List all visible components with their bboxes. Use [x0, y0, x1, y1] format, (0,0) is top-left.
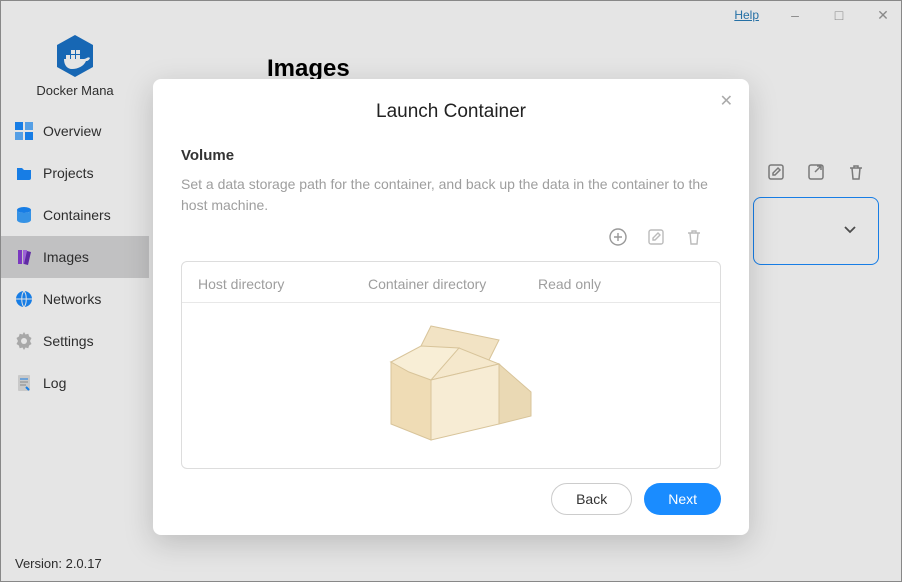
section-description: Set a data storage path for the containe… — [181, 174, 721, 216]
back-button[interactable]: Back — [551, 483, 632, 515]
launch-container-modal: ✕ Launch Container Volume Set a data sto… — [153, 79, 749, 535]
section-label: Volume — [181, 147, 721, 164]
trash-icon[interactable] — [685, 228, 703, 251]
volume-table: Host directory Container directory Read … — [181, 261, 721, 469]
modal-title: Launch Container — [181, 101, 721, 123]
modal-footer: Back Next — [181, 483, 721, 515]
empty-box-icon — [351, 316, 551, 456]
close-icon[interactable]: ✕ — [720, 91, 733, 111]
next-button[interactable]: Next — [644, 483, 721, 515]
modal-overlay: ✕ Launch Container Volume Set a data sto… — [1, 1, 901, 581]
col-read-only: Read only — [538, 276, 704, 292]
col-host-directory: Host directory — [198, 276, 368, 292]
add-icon[interactable] — [609, 228, 627, 251]
edit-icon[interactable] — [647, 228, 665, 251]
volume-table-header: Host directory Container directory Read … — [182, 262, 720, 303]
volume-empty-state — [182, 303, 720, 468]
col-container-directory: Container directory — [368, 276, 538, 292]
volume-toolbar — [181, 224, 721, 261]
